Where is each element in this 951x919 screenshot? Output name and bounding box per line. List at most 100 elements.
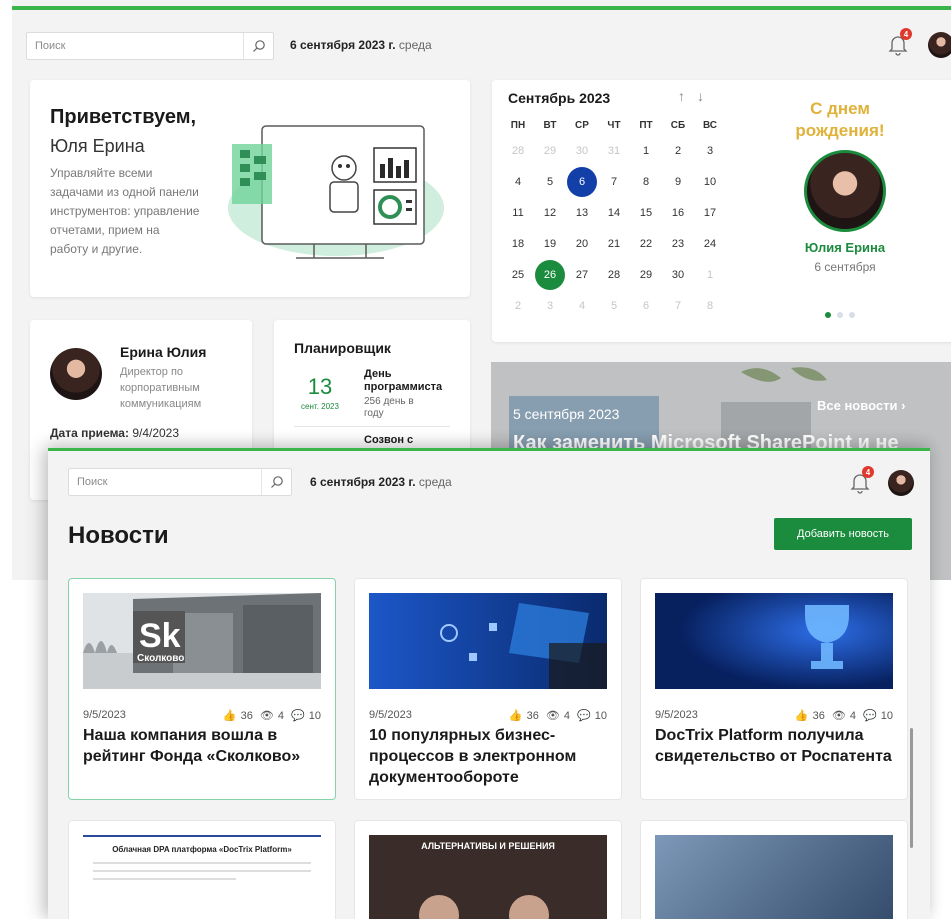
news-stats: 👍 36 👁 4 💬 10 [791,709,893,722]
calendar-day[interactable]: 23 [662,229,694,260]
carousel-dot[interactable] [825,312,831,318]
calendar-day[interactable]: 12 [534,198,566,229]
calendar-day[interactable]: 13 [566,198,598,229]
calendar-day[interactable]: 19 [534,229,566,260]
calendar-day[interactable]: 21 [598,229,630,260]
comment-icon[interactable]: 💬 [863,710,877,722]
calendar-day-birthday[interactable]: 26 [534,260,566,291]
likes-count: 36 [240,710,253,722]
calendar-day-label: 12 [543,207,557,219]
like-icon[interactable]: 👍 [509,710,523,722]
calendar-day[interactable]: 17 [694,198,726,229]
calendar-day[interactable]: 9 [662,167,694,198]
calendar-day[interactable]: 2 [662,136,694,167]
calendar-day-label: 30 [575,145,589,157]
news-card[interactable]: Sk Сколково 9/5/2023 👍 36 👁 4 💬 10 Наша ком… [68,578,336,800]
calendar-day[interactable]: 30 [566,136,598,167]
calendar-day[interactable]: 4 [566,291,598,322]
calendar-day[interactable]: 15 [630,198,662,229]
news-date: 9/5/2023 [655,709,698,721]
calendar-day-label: 24 [703,238,717,250]
carousel-dot[interactable] [837,312,843,318]
weekday-text: среда [418,475,452,489]
calendar-grid: ПН ВТ СР ЧТ ПТ СБ ВС 28 29 30 31 1 2 3 4 5 6 7 8 9 10 11 12 13 1… [502,116,726,322]
add-news-button[interactable]: Добавить новость [774,518,912,550]
calendar-day-label: 5 [610,300,618,312]
scrollbar[interactable] [910,728,913,848]
news-stats: 👍 36 👁 4 💬 10 [505,709,607,722]
profile-name[interactable]: Ерина Юлия [120,344,206,360]
calendar-day[interactable]: 3 [534,291,566,322]
news-card[interactable]: 9/5/2023 👍 36 👁 4 💬 10 DocTrix Platform пол… [640,578,908,800]
calendar-next-arrow-icon[interactable]: ↓ [697,88,716,104]
calendar-day[interactable]: 11 [502,198,534,229]
calendar-day-label: 20 [575,238,589,250]
calendar-day[interactable]: 22 [630,229,662,260]
calendar-day[interactable]: 2 [502,291,534,322]
search-input[interactable]: Поиск [68,468,292,496]
search-icon[interactable] [243,33,273,59]
date-text: 6 сентября 2023 г. [290,38,396,52]
all-news-link[interactable]: Все новости › [817,398,905,413]
calendar-day-label: 4 [514,176,522,188]
weekday-text: среда [398,38,432,52]
calendar-day[interactable]: 20 [566,229,598,260]
calendar-day[interactable]: 8 [694,291,726,322]
comment-icon[interactable]: 💬 [291,710,305,722]
calendar-day[interactable]: 18 [502,229,534,260]
planner-event-title[interactable]: Созвон с [364,434,454,447]
calendar-day[interactable]: 27 [566,260,598,291]
calendar-day[interactable]: 1 [694,260,726,291]
like-icon[interactable]: 👍 [795,710,809,722]
calendar-day[interactable]: 25 [502,260,534,291]
calendar-day-label: 29 [543,145,557,157]
calendar-day[interactable]: 30 [662,260,694,291]
search-icon[interactable] [261,469,291,495]
user-avatar[interactable] [888,470,914,496]
calendar-day[interactable]: 7 [662,291,694,322]
news-card-title[interactable]: Наша компания вошла в рейтинг Фонда «Ско… [83,725,321,767]
carousel-dots [825,312,855,318]
calendar-day[interactable]: 29 [534,136,566,167]
calendar-day[interactable]: 7 [598,167,630,198]
news-card[interactable] [640,820,908,919]
all-news-label: Все новости [817,398,898,413]
calendar-day[interactable]: 1 [630,136,662,167]
like-icon[interactable]: 👍 [223,710,237,722]
search-placeholder: Поиск [77,476,108,488]
user-avatar[interactable] [928,32,951,58]
calendar-day[interactable]: 16 [662,198,694,229]
news-card[interactable]: 9/5/2023 👍 36 👁 4 💬 10 10 популярных бизнес… [354,578,622,800]
calendar-day[interactable]: 5 [534,167,566,198]
calendar-day[interactable]: 3 [694,136,726,167]
calendar-prev-arrow-icon[interactable]: ↑ [678,88,697,104]
calendar-day[interactable]: 28 [598,260,630,291]
calendar-day[interactable]: 29 [630,260,662,291]
chevron-right-icon: › [901,398,906,413]
calendar-day[interactable]: 14 [598,198,630,229]
calendar-day-label: 23 [671,238,685,250]
calendar-card: Сентябрь 2023 ↑↓ ПН ВТ СР ЧТ ПТ СБ ВС 28 29 30 31 1… [492,80,951,342]
calendar-day-label: 22 [639,238,653,250]
page-title: Новости [68,522,169,549]
news-card[interactable]: Облачная DPA платформа «DocTrix Platform… [68,820,336,919]
calendar-day[interactable]: 24 [694,229,726,260]
news-card[interactable]: АЛЬТЕРНАТИВЫ И РЕШЕНИЯ [354,820,622,919]
calendar-day[interactable]: 4 [502,167,534,198]
calendar-day[interactable]: 8 [630,167,662,198]
calendar-day[interactable]: 28 [502,136,534,167]
calendar-day[interactable]: 5 [598,291,630,322]
calendar-day[interactable]: 10 [694,167,726,198]
news-card-meta: 9/5/2023 👍 36 👁 4 💬 10 [369,709,607,722]
news-card-title[interactable]: DocTrix Platform получила свидетельство … [655,725,893,767]
calendar-day[interactable]: 6 [630,291,662,322]
news-card-title[interactable]: 10 популярных бизнес-процессов в электро… [369,725,607,788]
birthday-name[interactable]: Юлия Ерина [778,240,912,255]
calendar-day[interactable]: 31 [598,136,630,167]
comment-icon[interactable]: 💬 [577,710,591,722]
carousel-dot[interactable] [849,312,855,318]
calendar-day-today[interactable]: 6 [566,167,598,198]
planner-event-title[interactable]: День программиста [364,368,454,394]
calendar-day-label: 10 [703,176,717,188]
search-input[interactable]: Поиск [26,32,274,60]
